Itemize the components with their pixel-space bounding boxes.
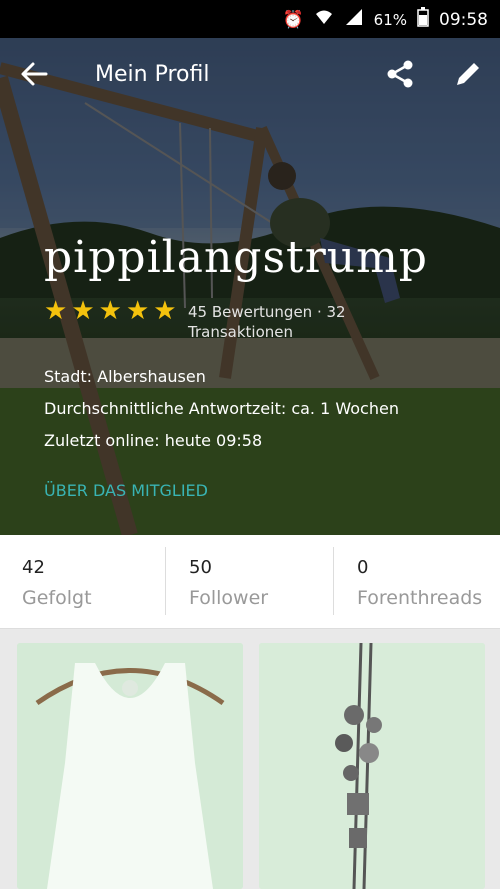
listing-image-tank-top — [17, 643, 243, 889]
star-rating: ★ ★ ★ ★ ★ — [44, 298, 177, 324]
star-icon: ★ — [98, 296, 122, 326]
followers-label: Follower — [189, 587, 269, 609]
about-member-link[interactable]: ÜBER DAS MITGLIED — [44, 481, 208, 500]
star-icon: ★ — [71, 296, 95, 326]
status-bar: ⏰ 61% 09:58 — [0, 0, 500, 38]
city-label: Stadt: — [44, 367, 93, 386]
page-title: Mein Profil — [95, 62, 210, 87]
response-time-row: Durchschnittliche Antwortzeit: ca. 1 Woc… — [44, 399, 399, 418]
battery-icon — [417, 7, 429, 32]
pencil-icon — [457, 63, 479, 85]
last-online-row: Zuletzt online: heute 09:58 — [44, 431, 262, 450]
clock: 09:58 — [439, 9, 488, 30]
following-label: Gefolgt — [22, 587, 92, 609]
edit-button[interactable] — [452, 58, 484, 90]
alarm-icon: ⏰ — [282, 9, 304, 30]
last-online-label: Zuletzt online: — [44, 431, 160, 450]
response-time-label: Durchschnittliche Antwortzeit: — [44, 399, 287, 418]
response-time-value: ca. 1 Wochen — [291, 399, 399, 418]
following-count: 42 — [22, 557, 45, 578]
share-button[interactable] — [384, 58, 416, 90]
stats-divider — [333, 547, 334, 615]
app-bar: Mein Profil — [0, 38, 500, 112]
status-icons: ⏰ 61% 09:58 — [282, 7, 488, 32]
back-button[interactable] — [18, 58, 50, 90]
share-icon — [387, 60, 413, 88]
forum-threads-label: Forenthreads — [357, 587, 483, 609]
stat-forum-threads[interactable]: 0 Forenthreads — [357, 535, 497, 629]
arrow-back-icon — [21, 62, 48, 86]
star-icon: ★ — [153, 296, 177, 326]
cover-overlay — [0, 38, 500, 535]
stat-following[interactable]: 42 Gefolgt — [22, 535, 162, 629]
stats-bar: 42 Gefolgt 50 Follower 0 Forenthreads — [0, 535, 500, 629]
stats-divider — [165, 547, 166, 615]
star-icon: ★ — [44, 296, 68, 326]
forum-threads-count: 0 — [357, 557, 369, 578]
signal-icon — [344, 8, 364, 31]
battery-percent: 61% — [373, 10, 407, 29]
listing-card[interactable] — [259, 643, 485, 889]
city-value: Albershausen — [97, 367, 206, 386]
star-icon: ★ — [125, 296, 150, 326]
followers-count: 50 — [189, 557, 212, 578]
username: pippilangstrump — [44, 232, 428, 283]
city-row: Stadt: Albershausen — [44, 367, 206, 386]
rating-summary[interactable]: 45 Bewertungen · 32 Transaktionen — [188, 302, 388, 342]
cover-photo — [0, 38, 500, 535]
last-online-value: heute 09:58 — [164, 431, 263, 450]
listing-card[interactable] — [17, 643, 243, 889]
wifi-icon — [314, 8, 334, 31]
stat-followers[interactable]: 50 Follower — [189, 535, 329, 629]
listing-image-necklace — [259, 643, 485, 889]
